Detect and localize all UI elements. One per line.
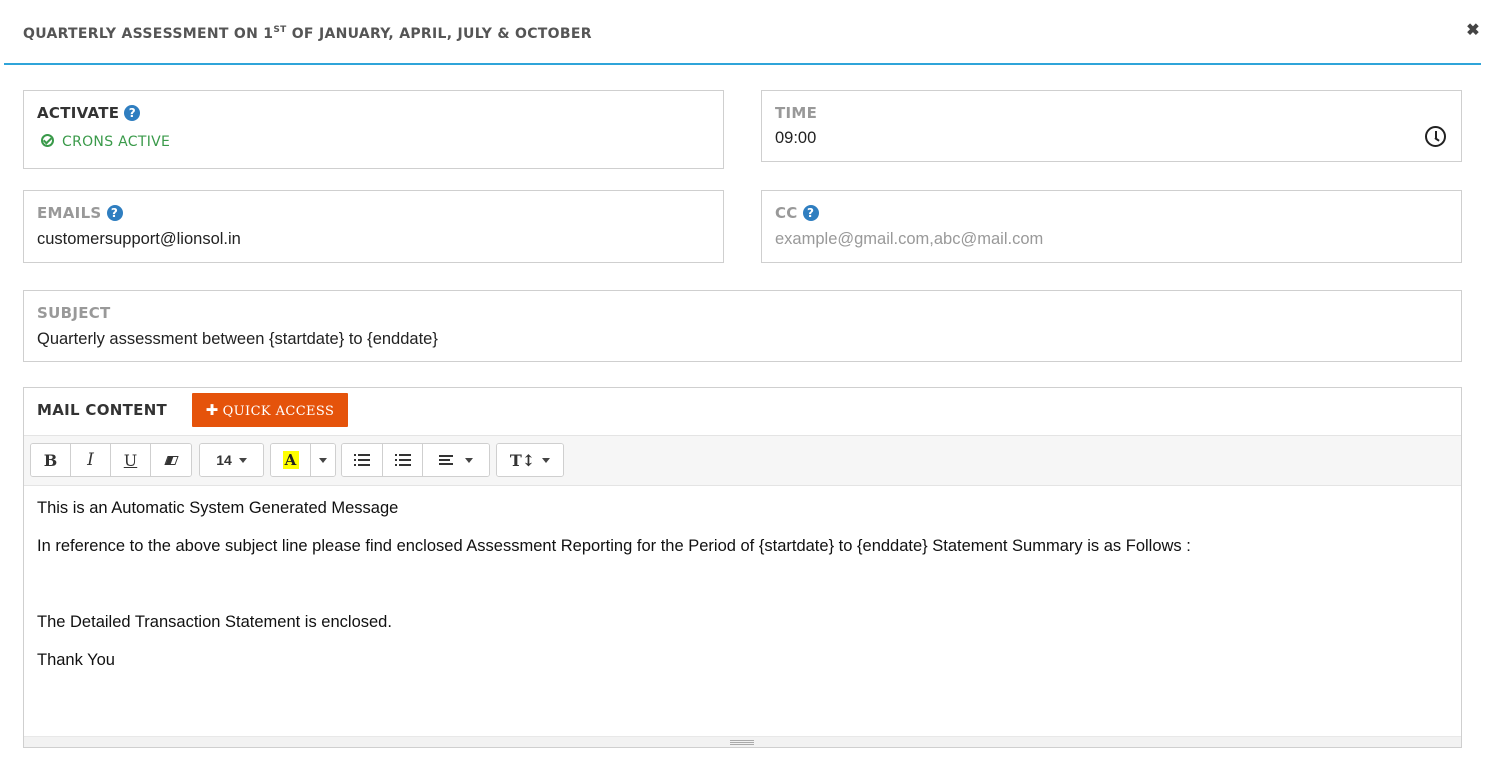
- clear-format-button[interactable]: [151, 444, 191, 476]
- cc-panel: CC?: [761, 190, 1462, 263]
- mail-body-line: [37, 574, 1448, 594]
- italic-icon: I: [87, 450, 94, 470]
- modal-title-post: OF JANUARY, APRIL, JULY & OCTOBER: [286, 26, 592, 42]
- cc-label: CC: [775, 204, 798, 222]
- mail-body-line: This is an Automatic System Generated Me…: [37, 499, 399, 517]
- text-height-icon: T↕: [509, 450, 536, 470]
- cc-label-row: CC?: [775, 204, 819, 222]
- subject-panel: SUBJECT: [23, 290, 1462, 362]
- editor-resize-handle[interactable]: [24, 736, 1461, 747]
- grip-icon: [730, 740, 754, 745]
- mail-content-label: MAIL CONTENT: [37, 401, 168, 419]
- modal-header: QUARTERLY ASSESSMENT ON 1ST OF JANUARY, …: [4, 0, 1481, 65]
- emails-label-row: EMAILS?: [37, 204, 123, 222]
- font-size-value: 14: [216, 452, 232, 468]
- caret-down-icon: [542, 457, 551, 463]
- color-group: A: [270, 443, 336, 477]
- eraser-icon: [163, 455, 179, 465]
- crons-status[interactable]: CRONS ACTIVE: [41, 134, 170, 150]
- activate-label-row: ACTIVATE?: [37, 104, 141, 122]
- emails-label: EMAILS: [37, 204, 102, 222]
- activate-label: ACTIVATE: [37, 104, 120, 122]
- editor-toolbar: B I U 14 A T↕: [24, 435, 1461, 486]
- modal-title-pre: QUARTERLY ASSESSMENT ON 1: [23, 26, 274, 42]
- color-dropdown[interactable]: [311, 444, 335, 476]
- mail-body-line: Thank You: [37, 651, 115, 669]
- italic-button[interactable]: I: [71, 444, 111, 476]
- underline-icon: U: [123, 450, 138, 470]
- align-left-icon: [439, 454, 453, 466]
- clock-icon[interactable]: [1425, 126, 1446, 147]
- mail-body-editor[interactable]: This is an Automatic System Generated Me…: [24, 486, 1461, 736]
- modal-title-superscript: ST: [273, 25, 287, 35]
- caret-down-icon: [465, 457, 473, 463]
- align-dropdown[interactable]: [423, 444, 489, 476]
- format-group: B I U: [30, 443, 192, 477]
- caret-down-icon: [319, 457, 327, 463]
- text-height-group: T↕: [496, 443, 564, 477]
- text-height-dropdown[interactable]: T↕: [497, 444, 563, 476]
- time-panel: TIME: [761, 90, 1462, 162]
- paragraph-group: [341, 443, 490, 477]
- check-circle-icon: [41, 134, 54, 147]
- font-size-dropdown[interactable]: 14: [200, 444, 263, 476]
- font-size-group: 14: [199, 443, 264, 477]
- highlight-icon: A: [282, 451, 299, 469]
- bold-button[interactable]: B: [31, 444, 71, 476]
- bold-icon: B: [43, 450, 58, 470]
- help-icon[interactable]: ?: [106, 205, 123, 221]
- mail-body-line: In reference to the above subject line p…: [37, 537, 1191, 555]
- plus-icon: ✚: [205, 401, 219, 419]
- subject-label: SUBJECT: [37, 304, 111, 322]
- subject-input[interactable]: [37, 328, 1437, 350]
- quick-access-label: QUICK ACCESS: [222, 404, 335, 419]
- cc-input[interactable]: [775, 228, 1435, 250]
- highlight-button[interactable]: A: [271, 444, 311, 476]
- mail-body-line: The Detailed Transaction Statement is en…: [37, 613, 392, 631]
- crons-status-text: CRONS ACTIVE: [62, 134, 171, 150]
- underline-button[interactable]: U: [111, 444, 151, 476]
- time-input[interactable]: [775, 127, 1375, 149]
- numbered-list-icon: [394, 453, 411, 467]
- bullet-list-icon: [354, 453, 370, 467]
- time-label: TIME: [775, 104, 818, 122]
- bullet-list-button[interactable]: [342, 444, 383, 476]
- emails-panel: EMAILS?: [23, 190, 724, 263]
- caret-down-icon: [238, 457, 247, 463]
- quick-access-button[interactable]: ✚ QUICK ACCESS: [192, 393, 348, 427]
- activate-panel: ACTIVATE? CRONS ACTIVE: [23, 90, 724, 169]
- numbered-list-button[interactable]: [383, 444, 423, 476]
- help-icon[interactable]: ?: [802, 205, 819, 221]
- help-icon[interactable]: ?: [124, 105, 141, 121]
- mail-content-panel: MAIL CONTENT ✚ QUICK ACCESS B I U 14 A T…: [23, 387, 1462, 748]
- close-icon[interactable]: ✖: [1466, 23, 1480, 39]
- modal-title: QUARTERLY ASSESSMENT ON 1ST OF JANUARY, …: [23, 25, 592, 42]
- emails-input[interactable]: [37, 228, 697, 250]
